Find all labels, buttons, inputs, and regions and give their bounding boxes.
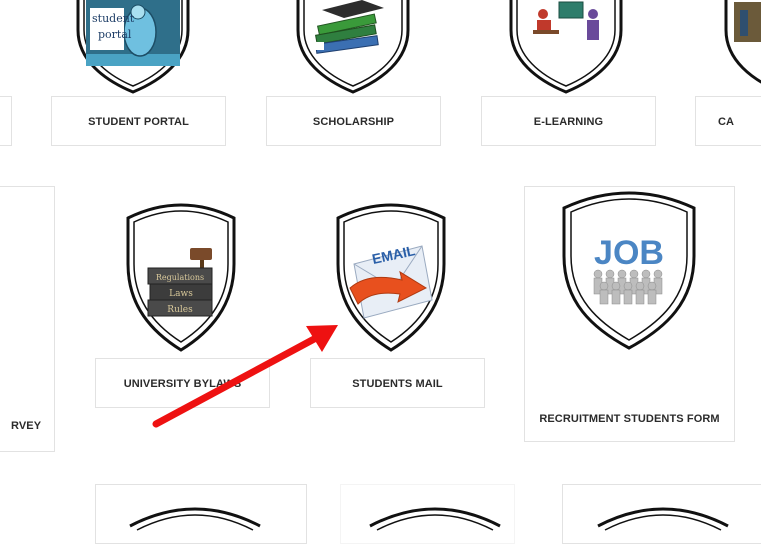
card-survey-partial[interactable]: RVEY (0, 186, 55, 452)
bylaws-book1-text: Regulations (156, 273, 204, 282)
card-student-portal[interactable]: STUDENT PORTAL (51, 96, 226, 146)
card-label-university-bylaws: UNIVERSITY BYLAWS (123, 378, 242, 390)
card-label-students-mail: STUDENTS MAIL (352, 378, 443, 390)
scholarship-shield-icon[interactable] (292, 0, 414, 95)
student-portal-shield-icon[interactable]: student portal (72, 0, 194, 95)
row3-3-shield-icon[interactable] (588, 496, 738, 536)
e-learning-shield-icon[interactable] (505, 0, 627, 95)
card-e-learning[interactable]: E-LEARNING (481, 96, 656, 146)
card-label-e-learning: E-LEARNING (533, 116, 604, 128)
card-university-bylaws[interactable]: UNIVERSITY BYLAWS (95, 358, 270, 408)
student-portal-icon-text1: student (92, 12, 135, 25)
card-label-survey: RVEY (11, 420, 42, 432)
card-label-ca: CA (718, 116, 735, 128)
bylaws-book2-text: Laws (169, 289, 193, 299)
card-ca-partial[interactable]: CA (695, 96, 761, 146)
student-portal-icon-text2: portal (98, 28, 132, 41)
bylaws-book3-text: Rules (167, 305, 193, 315)
recruitment-shield-icon[interactable]: JOB (554, 190, 704, 352)
row3-2-shield-icon[interactable] (360, 496, 510, 536)
card-students-mail[interactable]: STUDENTS MAIL (310, 358, 485, 408)
university-bylaws-shield-icon[interactable]: Regulations Laws Rules (118, 202, 244, 354)
card-label-recruitment-students-form: RECRUITMENT STUDENTS FORM (539, 413, 720, 425)
students-mail-shield-icon[interactable]: EMAIL (328, 202, 454, 354)
card-label-student-portal: STUDENT PORTAL (88, 116, 189, 128)
row3-1-shield-icon[interactable] (120, 496, 270, 536)
ca-shield-icon[interactable] (720, 0, 761, 95)
card-partial-left-row1[interactable] (0, 96, 12, 146)
job-icon-text: JOB (594, 234, 664, 272)
card-scholarship[interactable]: SCHOLARSHIP (266, 96, 441, 146)
card-label-scholarship: SCHOLARSHIP (312, 116, 395, 128)
